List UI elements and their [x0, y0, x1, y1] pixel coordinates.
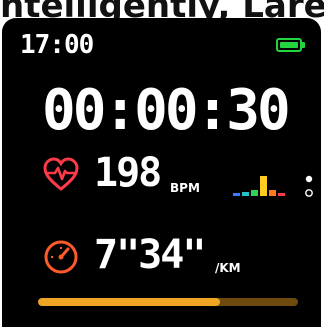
page-dot-1[interactable]: [305, 175, 313, 183]
status-time: 17:00: [20, 30, 94, 60]
battery-full-icon: [276, 38, 302, 52]
workout-progress-bar: [38, 298, 298, 306]
battery-tip: [302, 42, 305, 48]
watch-screen: 17:00 00:00:30 198 BPM 7"34" /KM: [2, 18, 321, 327]
workout-progress-fill: [38, 298, 220, 306]
pace-value: 7"34": [94, 232, 206, 278]
zone-bar-3: [251, 190, 258, 196]
zone-bar-5: [269, 190, 276, 196]
battery-level: [280, 42, 298, 48]
elapsed-timer: 00:00:30: [42, 78, 291, 143]
heart-rate-unit: BPM: [170, 181, 200, 195]
pace-row[interactable]: 7"34" /KM: [2, 230, 321, 286]
zone-bar-6: [278, 193, 285, 196]
page-dot-2[interactable]: [305, 189, 313, 197]
heart-pulse-icon: [43, 157, 79, 191]
heart-rate-zone-chart: [233, 176, 285, 196]
heart-rate-value: 198: [94, 150, 162, 196]
pace-unit: /KM: [215, 261, 241, 275]
app-root: ntelligently, Lare 17:00 00:00:30 198 BP…: [0, 0, 324, 327]
zone-bar-1: [233, 193, 240, 196]
zone-bar-4: [260, 176, 267, 196]
heart-rate-row[interactable]: 198 BPM: [2, 148, 321, 204]
page-indicator[interactable]: [304, 174, 314, 202]
speedometer-icon: [44, 240, 78, 274]
zone-bar-2: [242, 192, 249, 196]
